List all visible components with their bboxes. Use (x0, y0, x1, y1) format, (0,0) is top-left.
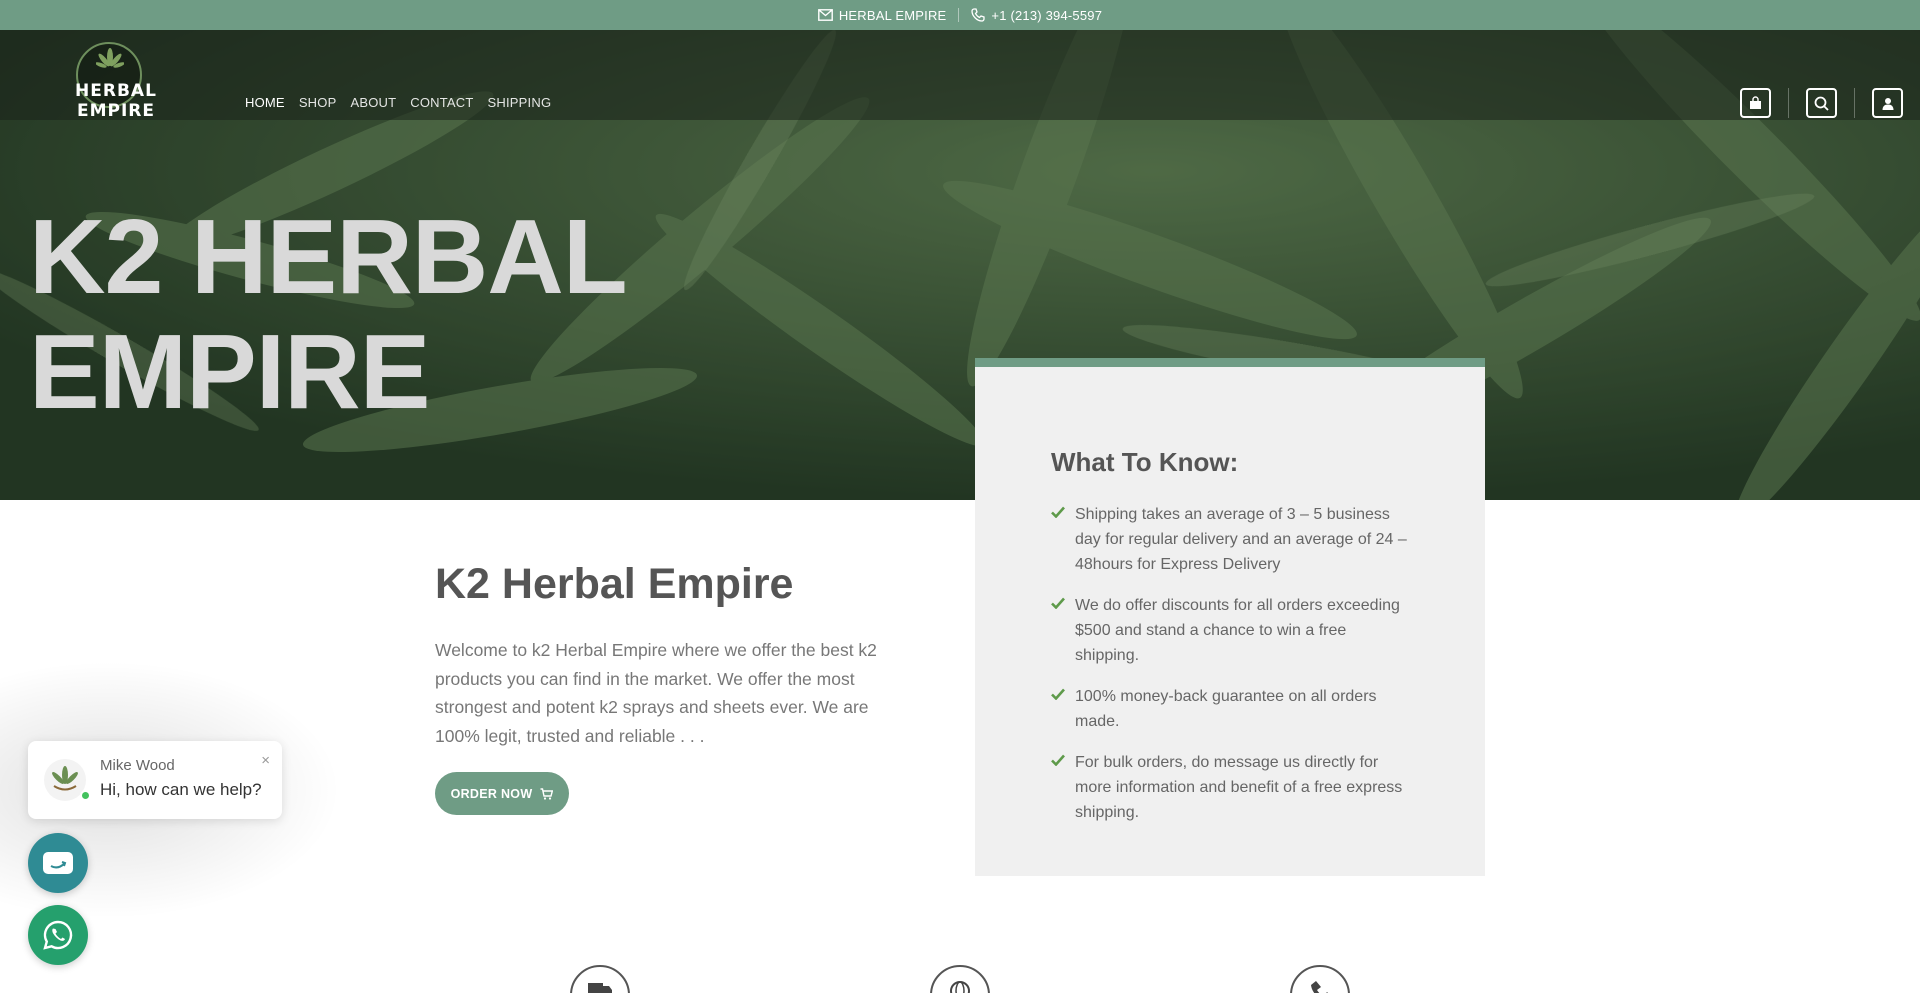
info-item-text: Shipping takes an average of 3 – 5 busin… (1075, 506, 1407, 573)
feature-support-icon (1290, 965, 1350, 993)
header-divider (1854, 88, 1855, 118)
check-icon (1051, 506, 1065, 518)
plant-logo-icon (52, 766, 78, 791)
chat-icon (43, 852, 73, 874)
hero-title: K2 HERBAL EMPIRE (29, 198, 628, 431)
info-list-item: We do offer discounts for all orders exc… (1051, 593, 1411, 668)
feature-shipping-icon (570, 965, 630, 993)
chat-popup[interactable]: Mike Wood Hi, how can we help? × (28, 741, 282, 819)
check-icon (1051, 688, 1065, 700)
order-now-button[interactable]: ORDER NOW (435, 772, 569, 815)
user-icon (1882, 97, 1893, 110)
check-icon (1051, 597, 1065, 609)
hero-title-line2: EMPIRE (29, 313, 430, 431)
info-item-text: For bulk orders, do message us directly … (1075, 754, 1403, 821)
header-divider (1788, 88, 1789, 118)
chat-toggle-button[interactable] (28, 833, 88, 893)
hero-title-line1: K2 HERBAL (29, 198, 628, 316)
chat-close-button[interactable]: × (261, 752, 270, 769)
search-icon (1814, 96, 1829, 111)
cannabis-leaf-icon (96, 48, 124, 68)
feature-globe-icon (930, 965, 990, 993)
topbar-phone[interactable]: +1 (213) 394-5597 (971, 8, 1102, 23)
nav-shipping[interactable]: SHIPPING (488, 95, 552, 110)
agent-name: Mike Wood (100, 757, 175, 774)
logo-text: HERBAL EMPIRE (75, 81, 157, 121)
info-item-text: 100% money-back guarantee on all orders … (1075, 688, 1377, 730)
search-button[interactable] (1806, 88, 1837, 118)
whatsapp-icon (43, 920, 73, 950)
envelope-icon (817, 9, 833, 21)
intro-paragraph: Welcome to k2 Herbal Empire where we off… (435, 640, 877, 746)
cart-icon (540, 787, 554, 800)
online-status-dot (80, 790, 91, 801)
top-bar: HERBAL EMPIRE +1 (213) 394-5597 (0, 0, 1920, 30)
check-icon (1051, 754, 1065, 766)
nav-contact[interactable]: CONTACT (410, 95, 473, 110)
info-list-item: 100% money-back guarantee on all orders … (1051, 684, 1411, 734)
topbar-email[interactable]: HERBAL EMPIRE (817, 7, 947, 23)
what-to-know-box: What To Know: Shipping takes an average … (975, 358, 1485, 876)
cart-icon (1750, 96, 1761, 109)
info-list: Shipping takes an average of 3 – 5 busin… (1051, 502, 1411, 841)
header-actions (1740, 88, 1903, 118)
phone-icon (971, 8, 986, 22)
account-button[interactable] (1872, 88, 1903, 118)
main-nav: HOME SHOP ABOUT CONTACT SHIPPING (245, 95, 551, 110)
whatsapp-button[interactable] (28, 905, 88, 965)
info-item-text: We do offer discounts for all orders exc… (1075, 597, 1400, 664)
cart-button[interactable] (1740, 88, 1771, 118)
nav-home[interactable]: HOME (245, 95, 285, 110)
info-list-item: Shipping takes an average of 3 – 5 busin… (1051, 502, 1411, 577)
nav-about[interactable]: ABOUT (350, 95, 396, 110)
nav-shop[interactable]: SHOP (299, 95, 337, 110)
site-header: HERBAL EMPIRE HOME SHOP ABOUT CONTACT SH… (0, 30, 1920, 121)
chat-greeting: Hi, how can we help? (100, 780, 262, 799)
order-now-label: ORDER NOW (450, 786, 533, 801)
info-list-item: For bulk orders, do message us directly … (1051, 750, 1411, 825)
info-box-title: What To Know: (1051, 447, 1239, 477)
main-heading: K2 Herbal Empire (435, 560, 794, 608)
topbar-email-label: HERBAL EMPIRE (838, 7, 947, 23)
site-logo[interactable]: HERBAL EMPIRE (36, 40, 196, 121)
topbar-divider (958, 8, 960, 22)
topbar-phone-label: +1 (213) 394-5597 (991, 7, 1103, 23)
